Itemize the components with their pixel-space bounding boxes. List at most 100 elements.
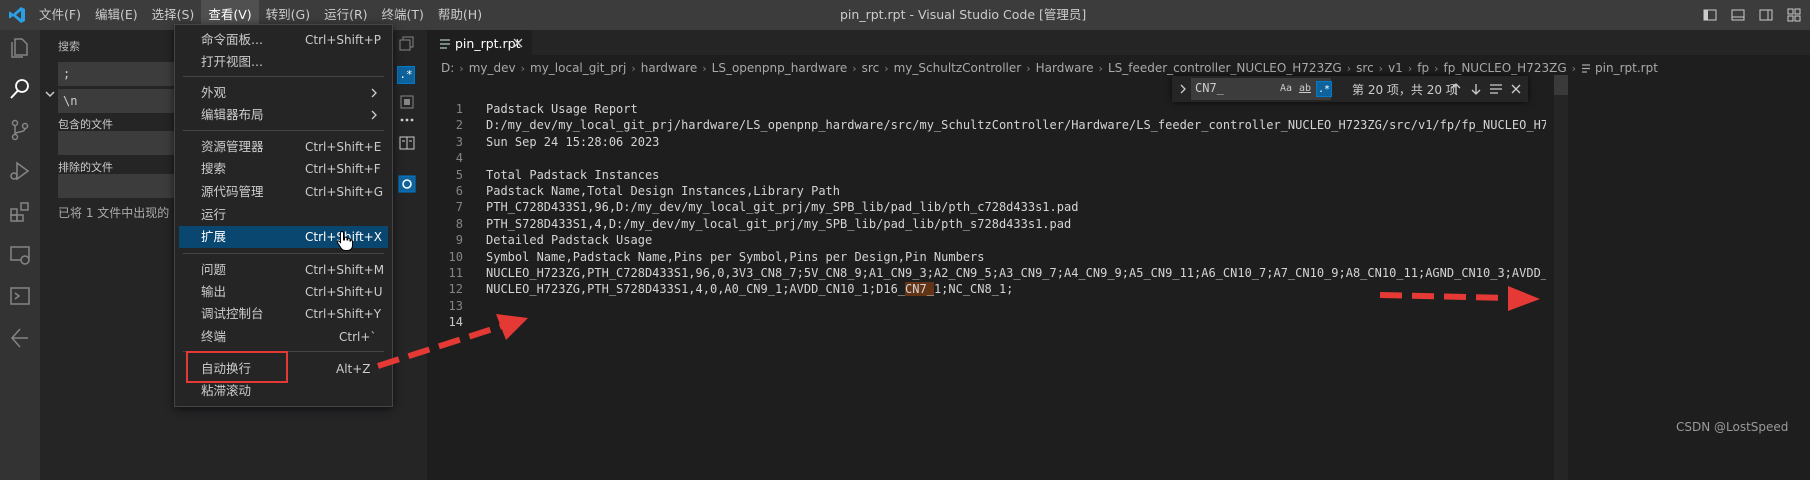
- code-line[interactable]: 11 NUCLEO_H723ZG,PTH_C728D433S1,96,0,3V3_…: [427, 266, 1810, 282]
- match-whole-word-toggle[interactable]: ab: [1297, 81, 1313, 97]
- menu-item-explorer[interactable]: 资源管理器 Ctrl+Shift+E: [179, 136, 388, 158]
- menu-help[interactable]: 帮助(H): [431, 0, 489, 30]
- menu-item-debug-console[interactable]: 调试控制台 Ctrl+Shift+Y: [179, 303, 388, 325]
- search-icon[interactable]: [8, 77, 32, 101]
- menu-item-sticky-scroll[interactable]: 粘滞滚动: [179, 380, 388, 402]
- menu-item-label: 调试控制台: [201, 306, 264, 321]
- code-line[interactable]: 8 PTH_S728D433S1,4,D:/my_dev/my_local_git…: [427, 217, 1810, 233]
- code-line[interactable]: 10 Symbol Name,Padstack Name,Pins per Sym…: [427, 250, 1810, 266]
- submenu-chevron-icon: [371, 110, 377, 120]
- breadcrumb: D: › my_dev › my_local_git_prj › hardware › LS_o…: [441, 59, 1658, 77]
- replace-all-icon[interactable]: [397, 92, 417, 112]
- terminal-icon[interactable]: [8, 284, 32, 308]
- breadcrumb-item[interactable]: hardware: [641, 61, 698, 75]
- toggle-secondary-sidebar-icon[interactable]: [1758, 7, 1774, 23]
- code-line[interactable]: 12 NUCLEO_H723ZG,PTH_S728D433S1,4,0,A0_CN…: [427, 282, 1810, 298]
- breadcrumb-separator: ›: [1571, 61, 1577, 75]
- breadcrumb-item[interactable]: Hardware: [1036, 61, 1094, 75]
- sidebar-regex-toggle[interactable]: .*: [397, 66, 415, 84]
- menu-item-label: 运行: [201, 207, 227, 222]
- find-match-highlight: CN7_: [905, 282, 934, 297]
- remote-explorer-icon[interactable]: [8, 243, 32, 267]
- breadcrumb-item[interactable]: LS_openpnp_hardware: [712, 61, 848, 75]
- code-line[interactable]: 2 D:/my_dev/my_local_git_prj/hardware/LS_…: [427, 118, 1810, 134]
- scrollbar-thumb[interactable]: [1554, 75, 1568, 95]
- run-debug-icon[interactable]: [8, 159, 32, 183]
- line-text-segment: NUCLEO_H723ZG,PTH_C728D433S1,96,0,3V3_CN…: [486, 266, 1546, 280]
- menu-item-appearance[interactable]: 外观: [179, 82, 388, 104]
- breadcrumb-item[interactable]: my_dev: [469, 61, 516, 75]
- menu-item-source-control[interactable]: 源代码管理 Ctrl+Shift+G: [179, 181, 388, 203]
- breadcrumb-item[interactable]: LS_feeder_controller_NUCLEO_H723ZG: [1108, 61, 1342, 75]
- code-line[interactable]: 6 Padstack Name,Total Design Instances,Li…: [427, 184, 1810, 200]
- open-in-editor-icon[interactable]: [397, 133, 417, 153]
- line-text: Padstack Name,Total Design Instances,Lib…: [486, 184, 841, 198]
- arrow-up-icon[interactable]: [1448, 81, 1464, 97]
- code-view[interactable]: 1 Padstack Usage Report 2 D:/my_dev/my_loca…: [427, 102, 1810, 362]
- breadcrumb-item[interactable]: fp_NUCLEO_H723ZG: [1443, 61, 1566, 75]
- toggle-replace-chevron-icon[interactable]: [44, 88, 56, 100]
- menu-separator: [183, 253, 384, 254]
- code-line[interactable]: 9 Detailed Padstack Usage: [427, 233, 1810, 249]
- search-result-summary: 已将 1 文件中出现的 10: [58, 206, 189, 220]
- explorer-icon[interactable]: [8, 36, 32, 60]
- breadcrumb-item[interactable]: my_local_git_prj: [530, 61, 626, 75]
- line-text: NUCLEO_H723ZG,PTH_C728D433S1,96,0,3V3_CN…: [486, 266, 1546, 280]
- collapse-all-icon[interactable]: [397, 33, 417, 53]
- menu-item-problems[interactable]: 问题 Ctrl+Shift+M: [179, 259, 388, 281]
- find-regex-toggle[interactable]: .*: [1316, 81, 1332, 97]
- tab-pin-rpt[interactable]: pin_rpt.rpt: [427, 30, 532, 55]
- arrow-down-icon[interactable]: [1468, 81, 1484, 97]
- close-icon[interactable]: [513, 38, 523, 48]
- breadcrumb-separator: ›: [631, 61, 636, 75]
- timeline-icon[interactable]: [8, 326, 32, 350]
- match-case-toggle[interactable]: Aa: [1278, 81, 1294, 97]
- use-exclude-settings-icon[interactable]: [397, 174, 417, 194]
- line-number: 11: [448, 266, 463, 280]
- breadcrumb-separator: ›: [1378, 61, 1384, 75]
- breadcrumb-item[interactable]: my_SchultzController: [894, 61, 1022, 75]
- extensions-icon[interactable]: [8, 200, 32, 224]
- code-line[interactable]: 4: [427, 151, 1810, 167]
- menu-item-run[interactable]: 运行: [179, 204, 388, 226]
- breadcrumb-item[interactable]: D:: [441, 61, 454, 75]
- breadcrumb-item[interactable]: fp: [1417, 61, 1429, 75]
- customize-layout-icon[interactable]: [1786, 7, 1802, 23]
- source-control-icon[interactable]: [8, 118, 32, 142]
- breadcrumb-item[interactable]: pin_rpt.rpt: [1595, 61, 1658, 75]
- line-number: 2: [455, 118, 463, 133]
- window-title: pin_rpt.rpt - Visual Studio Code [管理员]: [840, 7, 1087, 22]
- menu-item-extensions[interactable]: 扩展Ctrl+Shift+X: [179, 226, 388, 248]
- menu-file[interactable]: 文件(F): [32, 0, 88, 30]
- code-line[interactable]: 5 Total Padstack Instances: [427, 168, 1810, 184]
- find-in-selection-icon[interactable]: [1488, 81, 1504, 97]
- toggle-sidebar-icon[interactable]: [1702, 7, 1718, 23]
- code-line[interactable]: 7 PTH_C728D433S1,96,D:/my_dev/my_local_gi…: [427, 200, 1810, 216]
- toggle-panel-icon[interactable]: [1730, 7, 1746, 23]
- menu-item-shortcut: Ctrl+`: [339, 330, 377, 344]
- menu-item-command-palette[interactable]: 命令面板... Ctrl+Shift+P: [179, 29, 388, 51]
- code-line[interactable]: 1 Padstack Usage Report: [427, 102, 1810, 118]
- code-line[interactable]: 14: [427, 315, 1810, 331]
- vertical-scrollbar[interactable]: [1554, 75, 1568, 480]
- menu-item-search[interactable]: 搜索 Ctrl+Shift+F: [179, 158, 388, 180]
- menu-item-editor-layout[interactable]: 编辑器布局: [179, 104, 388, 126]
- breadcrumb-separator: ›: [459, 61, 464, 75]
- menu-item-terminal[interactable]: 终端 Ctrl+`: [179, 326, 388, 348]
- code-line[interactable]: 13: [427, 299, 1810, 315]
- close-find-icon[interactable]: [1508, 81, 1524, 97]
- vscode-logo-icon[interactable]: [8, 6, 26, 24]
- code-line[interactable]: 3 Sun Sep 24 15:28:06 2023: [427, 135, 1810, 151]
- breadcrumb-separator: ›: [1098, 61, 1103, 75]
- menu-item-output[interactable]: 输出 Ctrl+Shift+U: [179, 281, 388, 303]
- breadcrumb-separator: ›: [884, 61, 889, 75]
- menu-item-open-view[interactable]: 打开视图...: [179, 51, 388, 73]
- menu-item-label: 命令面板...: [201, 32, 263, 47]
- menu-edit[interactable]: 编辑(E): [88, 0, 145, 30]
- breadcrumb-item[interactable]: src: [862, 61, 880, 75]
- breadcrumb-item[interactable]: v1: [1388, 61, 1403, 75]
- chevron-right-icon[interactable]: [1178, 84, 1188, 94]
- menu-item-label: 搜索: [201, 161, 227, 176]
- breadcrumb-item[interactable]: src: [1356, 61, 1374, 75]
- more-options-icon[interactable]: [397, 110, 417, 130]
